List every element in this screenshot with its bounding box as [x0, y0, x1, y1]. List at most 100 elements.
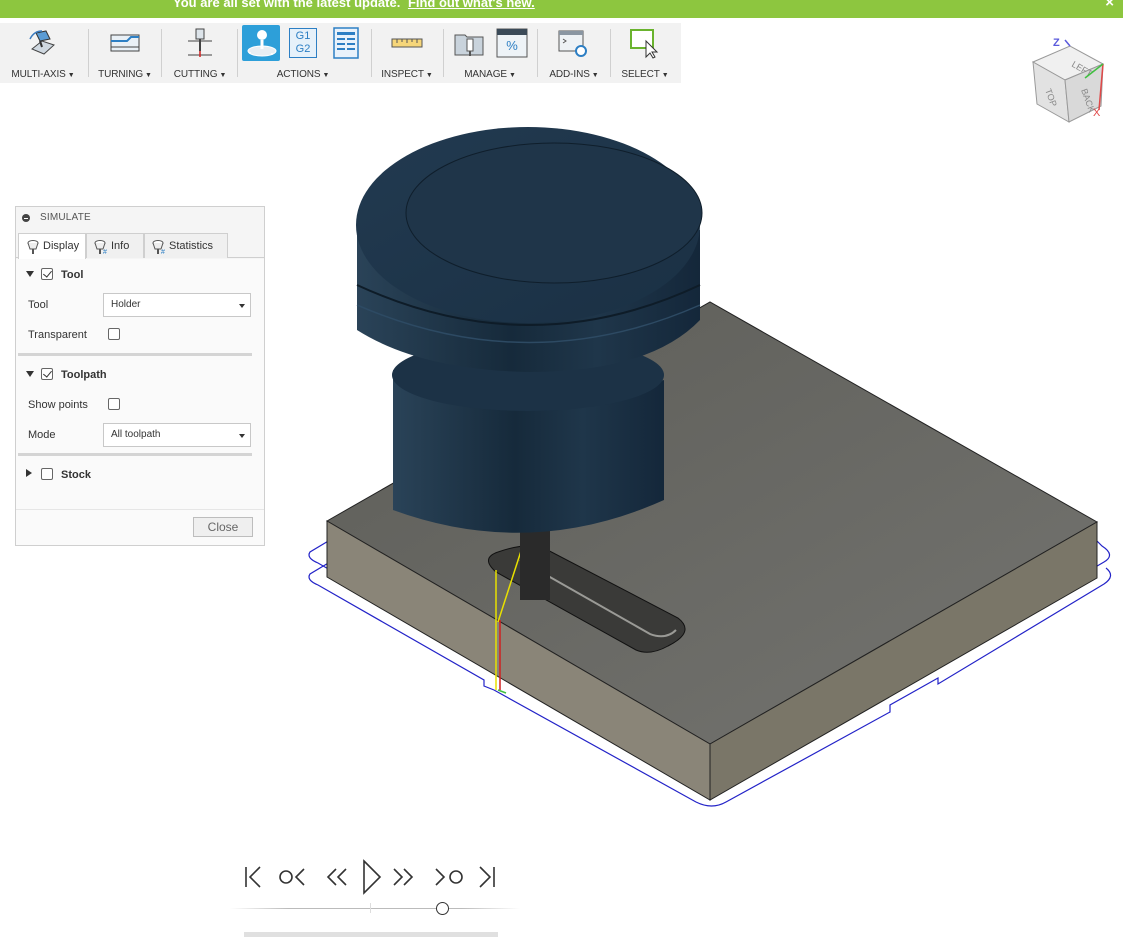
go-to-end-button[interactable]: [474, 855, 498, 895]
toolbar-label: SELECT ▼: [621, 69, 669, 80]
tool-shank: [520, 530, 550, 600]
field-label: Show points: [28, 399, 88, 411]
mode-select[interactable]: All toolpath: [103, 423, 251, 447]
stock-block: [325, 301, 1099, 801]
go-to-start-button[interactable]: [242, 855, 266, 895]
section-stock[interactable]: Stock: [16, 463, 264, 487]
expand-triangle-icon[interactable]: [26, 371, 34, 377]
tool-checkbox[interactable]: [41, 268, 53, 280]
scripts-addins-icon: [558, 30, 587, 57]
show-points-checkbox[interactable]: [108, 398, 120, 410]
timeline-info-strip: [244, 932, 498, 937]
previous-operation-button[interactable]: [276, 855, 308, 895]
field-label: Transparent: [28, 329, 87, 341]
toolbar-group-multi-axis[interactable]: MULTI-AXIS ▼: [0, 23, 86, 83]
tool-select[interactable]: Holder: [103, 293, 251, 317]
tab-label: Display: [43, 240, 80, 252]
step-forward-button[interactable]: [390, 855, 418, 895]
toolbar-label: ADD-INS ▼: [549, 69, 599, 80]
simulate-button[interactable]: [242, 25, 280, 61]
section-tool[interactable]: Tool: [16, 263, 264, 287]
toolbar-label: ACTIONS ▼: [276, 69, 330, 80]
toolpath-lines: [495, 547, 523, 694]
play-button[interactable]: [358, 855, 386, 895]
svg-text:#: #: [103, 249, 107, 255]
dropdown-arrow-icon: [239, 304, 245, 308]
toolbar-label: INSPECT ▼: [381, 69, 433, 80]
row-tool: Tool Holder: [16, 293, 264, 317]
toolbar-group-add-ins[interactable]: ADD-INS ▼: [541, 23, 607, 83]
whats-new-link[interactable]: Find out what's new.: [408, 0, 535, 10]
select-icon: [630, 29, 659, 59]
toolbar-group-actions[interactable]: G1 G2 ACTIONS ▼: [240, 23, 366, 83]
percent-glyph: %: [506, 38, 518, 53]
dropdown-arrow-icon: [239, 434, 245, 438]
update-banner: You are all set with the latest update. …: [0, 0, 1123, 18]
tab-label: Statistics: [169, 240, 214, 252]
simulate-icon: [247, 30, 277, 57]
select-value: Holder: [111, 299, 141, 310]
section-toolpath[interactable]: Toolpath: [16, 363, 264, 387]
measure-icon: [391, 38, 423, 48]
transparent-checkbox[interactable]: [108, 328, 120, 340]
setup-sheet-icon[interactable]: [332, 27, 360, 59]
expand-triangle-icon[interactable]: [26, 271, 34, 277]
toolbar-group-cutting[interactable]: CUTTING ▼: [165, 23, 235, 83]
axis-z-line: [1064, 39, 1071, 47]
toolbar-group-inspect[interactable]: INSPECT ▼: [376, 23, 438, 83]
tool-library-icon: [454, 34, 484, 56]
toolbar-label: TURNING ▼: [98, 69, 152, 80]
banner-text: You are all set with the latest update.: [173, 0, 401, 10]
post-process-button[interactable]: G1 G2: [289, 28, 317, 58]
expand-triangle-icon[interactable]: [26, 469, 32, 477]
section-divider: [18, 353, 252, 356]
timeline-tick: [370, 903, 371, 913]
cutting-icon: [188, 28, 212, 57]
panel-header[interactable]: SIMULATE: [16, 207, 264, 229]
viewcube[interactable]: LEFT TOP BACK Z X: [1025, 34, 1115, 124]
section-divider: [18, 453, 252, 456]
timeline-slider-handle[interactable]: [436, 902, 449, 915]
gcode-text: G1 G2: [295, 30, 311, 55]
section-label: Tool: [61, 269, 84, 281]
toolbar-group-manage[interactable]: % MANAGE ▼: [448, 23, 532, 83]
select-value: All toolpath: [111, 429, 161, 440]
playback-controls: [230, 855, 530, 937]
toolpath-outline: [308, 539, 1112, 807]
toolbar-label: CUTTING ▼: [173, 69, 227, 80]
toolbar-separator: [161, 29, 162, 77]
display-tab-icon: [27, 240, 39, 254]
close-button[interactable]: Close: [193, 517, 253, 537]
banner-close-button[interactable]: ×: [1105, 0, 1114, 10]
tab-statistics[interactable]: # Statistics: [144, 233, 228, 258]
toolbar-label: MULTI-AXIS ▼: [11, 69, 75, 80]
section-label: Toolpath: [61, 369, 107, 381]
section-label: Stock: [61, 469, 91, 481]
axis-x-label: X: [1093, 107, 1101, 119]
post-library-icon: %: [496, 28, 528, 58]
field-label: Tool: [28, 299, 49, 311]
toolbar-separator: [371, 29, 372, 77]
toolbar-separator: [610, 29, 611, 77]
toolbar-separator: [443, 29, 444, 77]
field-label: Mode: [28, 429, 56, 441]
tab-info[interactable]: # Info: [86, 233, 144, 258]
toolbar-group-select[interactable]: SELECT ▼: [614, 23, 676, 83]
tab-display[interactable]: Display: [18, 233, 86, 259]
next-operation-button[interactable]: [432, 855, 466, 895]
footer-divider: [16, 509, 264, 510]
toolpath-checkbox[interactable]: [41, 368, 53, 380]
row-show-points: Show points: [16, 393, 264, 417]
timeline-track[interactable]: [230, 908, 520, 909]
collapse-icon[interactable]: [22, 214, 30, 222]
step-back-button[interactable]: [322, 855, 350, 895]
info-tab-icon: #: [94, 240, 107, 255]
toolbar-separator: [88, 29, 89, 77]
toolbar-separator: [537, 29, 538, 77]
svg-text:#: #: [161, 249, 165, 255]
multi-axis-icon: [29, 30, 55, 55]
toolbar-separator: [237, 29, 238, 77]
toolbar-group-turning[interactable]: TURNING ▼: [94, 23, 156, 83]
stock-checkbox[interactable]: [41, 468, 53, 480]
row-mode: Mode All toolpath: [16, 423, 264, 447]
